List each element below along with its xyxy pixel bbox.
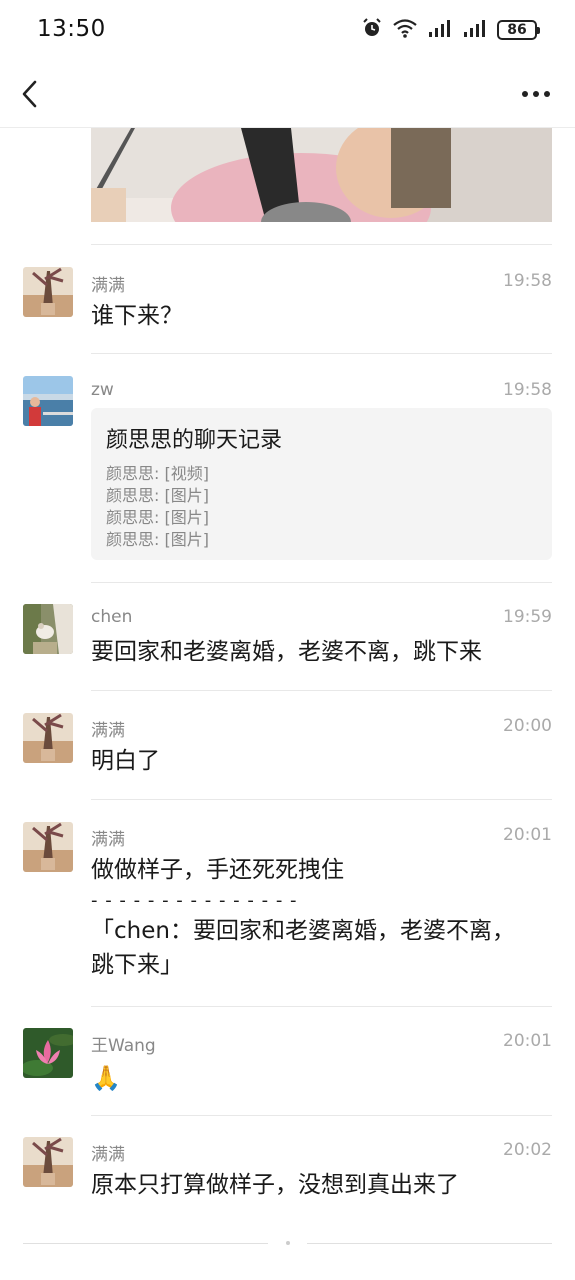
image-message[interactable] (91, 128, 552, 222)
avatar[interactable] (23, 376, 73, 426)
message-item[interactable]: 满满 20:02 原本只打算做样子，没想到真出来了 (0, 1116, 575, 1226)
message-item[interactable]: 满满 20:00 明白了 (0, 691, 575, 799)
end-divider-left (23, 1243, 268, 1244)
message-text: 做做样子，手还死死拽住 (91, 857, 344, 883)
status-icons: 86 (361, 17, 540, 43)
avatar[interactable] (23, 1137, 73, 1187)
message-text: 原本只打算做样子，没想到真出来了 (91, 1172, 459, 1198)
message-time: 20:00 (503, 716, 552, 736)
message-time: 20:01 (503, 1031, 552, 1051)
message-text: 谁下来？ (91, 303, 183, 329)
message-item[interactable]: 满满 20:01 做做样子，手还死死拽住 - - - - - - - - - -… (0, 800, 575, 1006)
avatar-image (23, 267, 73, 317)
avatar-image (23, 376, 73, 426)
chat-record-title: 颜思思的聊天记录 (106, 428, 283, 453)
header-bar (0, 60, 575, 128)
avatar[interactable] (23, 713, 73, 763)
message-item[interactable]: 王Wang 20:01 🙏 (0, 1007, 575, 1115)
end-divider-right (307, 1243, 552, 1244)
photo-image (91, 128, 552, 222)
avatar-image (23, 822, 73, 872)
more-button[interactable] (519, 80, 553, 108)
emoji-message: 🙏 (91, 1064, 121, 1092)
message-item[interactable]: chen 19:59 要回家和老婆离婚，老婆不离，跳下来 (0, 583, 575, 690)
sender-name: zw (91, 380, 114, 400)
chevron-left-icon (22, 80, 37, 108)
chat-record-line: 颜思思: [图片] (106, 486, 209, 505)
sender-name: chen (91, 607, 133, 627)
message-text: 明白了 (91, 748, 160, 774)
avatar-image (23, 604, 73, 654)
signal-icon (427, 17, 453, 43)
quote-text-line: 跳下来」 (91, 952, 183, 978)
more-horizontal-icon (522, 91, 550, 97)
signal-icon-2 (462, 17, 488, 43)
chat-record-line: 颜思思: [图片] (106, 508, 209, 527)
message-time: 19:58 (503, 380, 552, 400)
chat-record-card[interactable]: 颜思思的聊天记录 颜思思: [视频] 颜思思: [图片] 颜思思: [图片] 颜… (91, 408, 552, 560)
status-time: 13:50 (37, 16, 106, 42)
message-item[interactable]: zw 19:58 颜思思的聊天记录 颜思思: [视频] 颜思思: [图片] 颜思… (0, 354, 575, 582)
avatar[interactable] (23, 1028, 73, 1078)
battery-icon: 86 (497, 20, 540, 40)
quote-separator: - - - - - - - - - - - - - - - (91, 890, 298, 911)
sender-name: 王Wang (91, 1036, 156, 1056)
avatar[interactable] (23, 267, 73, 317)
message-text: 要回家和老婆离婚，老婆不离，跳下来 (91, 639, 482, 665)
avatar-image (23, 1137, 73, 1187)
sender-name: 满满 (91, 721, 125, 741)
avatar[interactable] (23, 604, 73, 654)
chat-record-line: 颜思思: [图片] (106, 530, 209, 549)
message-list[interactable]: 满满 19:58 谁下来？ zw 19:58 颜思思的聊天记录 颜思思: [视频… (0, 128, 575, 1280)
sender-name: 满满 (91, 276, 125, 296)
status-bar: 13:50 86 (0, 0, 575, 60)
end-dot (286, 1241, 290, 1245)
message-time: 19:59 (503, 607, 552, 627)
quote-text-line: 「chen：要回家和老婆离婚，老婆不离， (91, 918, 515, 944)
message-time: 20:02 (503, 1140, 552, 1160)
avatar[interactable] (23, 822, 73, 872)
chat-record-line: 颜思思: [视频] (106, 464, 209, 483)
message-time: 20:01 (503, 825, 552, 845)
sender-name: 满满 (91, 1145, 125, 1165)
avatar-image (23, 713, 73, 763)
message-time: 19:58 (503, 271, 552, 291)
message-item[interactable]: 满满 19:58 谁下来？ (0, 245, 575, 353)
sender-name: 满满 (91, 830, 125, 850)
back-button[interactable] (14, 76, 46, 112)
avatar-image (23, 1028, 73, 1078)
wifi-icon (392, 17, 418, 43)
alarm-icon (361, 17, 383, 43)
